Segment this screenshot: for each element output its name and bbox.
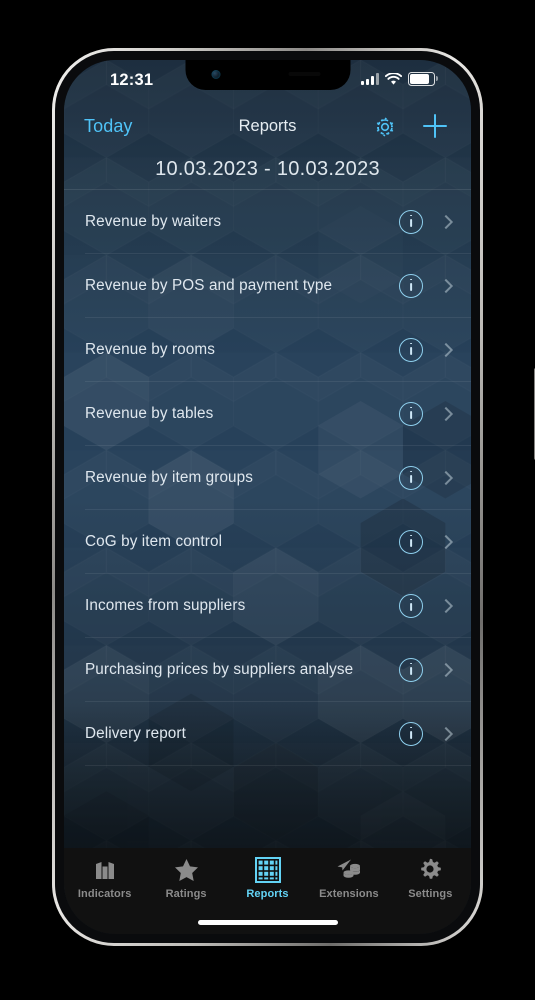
info-circle-icon[interactable]: [399, 658, 423, 682]
tab-extensions[interactable]: Extensions: [308, 856, 389, 900]
grid-icon: [254, 856, 281, 884]
tab-label: Indicators: [77, 888, 132, 900]
phone-frame: 12:31 Today Reports 10.03.2023 - 10.03.2…: [52, 48, 535, 946]
report-list-item[interactable]: Delivery report: [64, 702, 471, 766]
info-circle-icon[interactable]: [399, 594, 423, 618]
report-list-item[interactable]: Purchasing prices by suppliers analyse: [64, 638, 471, 702]
gear-icon: [417, 856, 443, 884]
info-circle-icon[interactable]: [399, 722, 423, 746]
report-list-item[interactable]: Revenue by POS and payment type: [64, 254, 471, 318]
screenshot-stage: 12:31 Today Reports 10.03.2023 - 10.03.2…: [0, 0, 535, 1000]
tab-label: Extensions: [319, 888, 379, 900]
report-list-item[interactable]: Revenue by waiters: [64, 190, 471, 254]
status-bar-indicators: [361, 72, 438, 86]
tab-settings[interactable]: Settings: [390, 856, 471, 900]
tab-indicators[interactable]: Indicators: [64, 856, 145, 900]
tab-label: Reports: [246, 888, 289, 900]
chevron-right-icon: [437, 213, 455, 231]
report-list-item-label: Incomes from suppliers: [85, 597, 246, 614]
report-list-item-label: Revenue by item groups: [85, 469, 254, 486]
cellular-signal-icon: [361, 73, 379, 85]
date-range-selector[interactable]: 10.03.2023 - 10.03.2023: [64, 154, 471, 190]
chevron-right-icon: [437, 405, 455, 423]
report-list-item-label: Delivery report: [85, 725, 186, 742]
battery-icon: [408, 72, 438, 86]
notch: [185, 60, 350, 90]
report-list-item[interactable]: CoG by item control: [64, 510, 471, 574]
report-list[interactable]: Revenue by waiters Revenue by POS and pay…: [64, 190, 471, 848]
info-circle-icon[interactable]: [399, 530, 423, 554]
home-indicator[interactable]: [197, 920, 338, 925]
tab-reports[interactable]: Reports: [227, 856, 308, 900]
chart-bars-icon: [92, 856, 118, 884]
report-list-item[interactable]: Revenue by rooms: [64, 318, 471, 382]
date-range-value: 10.03.2023 - 10.03.2023: [155, 158, 380, 180]
report-list-item-label: Revenue by waiters: [85, 213, 222, 230]
navigation-bar: Today Reports: [64, 102, 471, 154]
info-circle-icon[interactable]: [399, 402, 423, 426]
add-button[interactable]: [421, 112, 449, 140]
chevron-right-icon: [437, 469, 455, 487]
chevron-right-icon: [437, 661, 455, 679]
report-list-item-label: Purchasing prices by suppliers analyse: [85, 661, 354, 678]
report-list-item-label: Revenue by POS and payment type: [85, 277, 333, 294]
tab-label: Settings: [408, 888, 453, 900]
report-list-item-label: Revenue by rooms: [85, 341, 215, 358]
date-range-divider: [64, 189, 471, 190]
chevron-right-icon: [437, 277, 455, 295]
page-title: Reports: [238, 117, 297, 135]
chevron-right-icon: [437, 725, 455, 743]
paper-plane-coins-icon: [335, 856, 363, 884]
chevron-right-icon: [437, 533, 455, 551]
earpiece-speaker: [288, 72, 320, 76]
front-camera-icon: [211, 70, 220, 79]
report-list-item-label: Revenue by tables: [85, 405, 214, 422]
chevron-right-icon: [437, 341, 455, 359]
phone-bezel: 12:31 Today Reports 10.03.2023 - 10.03.2…: [55, 51, 480, 943]
wifi-icon: [385, 72, 402, 85]
status-bar-time: 12:31: [110, 71, 154, 89]
report-list-item[interactable]: Revenue by tables: [64, 382, 471, 446]
report-list-item[interactable]: Revenue by item groups: [64, 446, 471, 510]
report-list-item-label: CoG by item control: [85, 533, 223, 550]
list-separator: [85, 765, 471, 766]
info-circle-icon[interactable]: [399, 210, 423, 234]
app-screen: 12:31 Today Reports 10.03.2023 - 10.03.2…: [64, 60, 471, 934]
tab-label: Ratings: [165, 888, 207, 900]
tab-ratings[interactable]: Ratings: [145, 856, 226, 900]
star-icon: [173, 856, 200, 884]
chevron-right-icon: [437, 597, 455, 615]
gear-icon[interactable]: [373, 115, 397, 139]
info-circle-icon[interactable]: [399, 274, 423, 298]
info-circle-icon[interactable]: [399, 338, 423, 362]
phone-screen-container: 12:31 Today Reports 10.03.2023 - 10.03.2…: [64, 60, 471, 934]
info-circle-icon[interactable]: [399, 466, 423, 490]
report-list-item[interactable]: Incomes from suppliers: [64, 574, 471, 638]
